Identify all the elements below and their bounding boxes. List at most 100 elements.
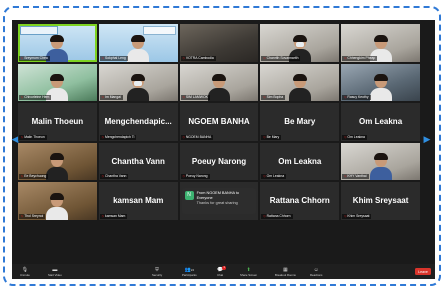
participant-video [288,74,311,101]
video-tile[interactable]: ⦸KHY Vanthai [341,142,420,180]
mic-off-icon: ⦸ [21,213,24,218]
mic-off-icon: ⦸ [21,55,24,60]
grid-spacer [341,222,420,260]
video-tile[interactable]: ⦸Rasuy Keothy [341,63,420,101]
video-tile[interactable]: ⦸Ee Beychuong [18,142,97,180]
breakout-rooms-button[interactable]: ▦ Breakout Rooms [275,266,296,278]
chat-preview: From NGOEM BANHA to Everyone Thanks for … [197,191,253,211]
participant-name-label: ⦸Om Leakna [261,174,287,179]
participant-video [369,153,392,180]
participant-video [127,34,150,62]
participant-name-label: ⦸VOTRA Cambodia [180,55,216,61]
video-tile[interactable]: Mengchendapic... ⦸Mengchendapich Ti [98,103,178,141]
participant-name-label: ⦸Chivorleine Hem [19,95,52,100]
mic-off-icon: ⦸ [101,174,105,178]
participant-name-label: ⦸Be Mary [261,134,282,140]
mic-off-icon: ⦸ [263,55,266,60]
grid-spacer [18,222,97,260]
participant-name-label: ⦸Rasuy Keothy [342,95,371,100]
participant-name-label: ⦸Sreymom Chea [19,55,50,61]
chat-badge: 1 [222,266,227,270]
participants-button[interactable]: 👥24 Participants [182,266,197,278]
chat-icon: 💬 1 [217,266,227,273]
mic-off-icon: ⦸ [263,134,266,139]
zoom-meeting-window: ◀ ▶ ⦸Sreymom Chea ⦸Sokphal Leng ⦸VOTRA C… [12,20,435,279]
video-tile[interactable]: Om Leakna ⦸Om Leakna [260,142,340,180]
chat-avatar: N [184,190,194,200]
video-tile[interactable]: ⦸Im Mangai [98,63,178,101]
chat-notification[interactable]: N From NGOEM BANHA to Everyone Thanks fo… [181,187,256,214]
participant-video [127,74,150,101]
reactions-button[interactable]: ☺ Reactions [310,266,322,278]
mic-off-icon: ⦸ [21,95,24,99]
unmute-button[interactable]: 🎙 Unmute [20,266,30,278]
participant-video [207,74,230,101]
mic-off-icon: ⦸ [263,174,266,178]
video-tile[interactable]: Malin Thoeun ⦸Malin Thoeun [18,103,97,141]
meeting-toolbar: 🎙 Unmute ▬ Start Video ⛨ Security 👥24 Pa… [12,264,435,279]
participant-name-label: ⦸SIM LAMWOK [180,95,210,100]
next-page-arrow[interactable]: ▶ [423,132,431,146]
mic-off-icon: ⦸ [101,213,105,218]
security-button[interactable]: ⛨ Security [152,266,162,278]
chat-message: Thanks for great sharing [196,200,238,205]
participant-name-label: ⦸Thol Sreynoi [19,213,46,219]
participant-name-label: ⦸Sim Bopha [261,95,286,100]
mic-off-icon: ⦸ [182,95,185,99]
participant-video [46,192,69,220]
participant-name-label: ⦸Poeuy Narong [180,174,210,179]
video-tile[interactable]: Be Mary ⦸Be Mary [260,103,340,141]
video-tile[interactable]: Om Leakna ⦸Om Leakna [341,103,420,141]
share-screen-button[interactable]: ⬆ Share Screen [240,266,257,278]
backdrop-banner [142,26,176,35]
video-tile[interactable]: Rattana Chhorn ⦸Rattana Chhorn [260,182,340,220]
participant-name-label: ⦸KHY Vanthai [342,174,369,179]
mic-off-icon: ⦸ [21,134,24,139]
mic-off-icon: ⦸ [101,95,105,99]
participant-name-label: ⦸Khim Sreysaat [342,213,372,219]
participant-name-label: ⦸Chantha Vann [99,174,129,179]
mic-off-icon: ⦸ [182,174,185,178]
video-tile[interactable]: ⦸Chhengkim Pheap [341,24,420,62]
video-tile[interactable]: ⦸Thol Sreynoi [18,182,97,220]
video-tile[interactable]: Khim Sreysaat ⦸Khim Sreysaat [341,182,420,220]
participant-video [369,74,392,101]
grid-spacer [260,222,339,260]
participant-name-label: ⦸Chhengkim Pheap [342,55,378,61]
mic-off-icon: ⦸ [263,95,266,99]
participant-name-label: ⦸Chanrith Sovannarith [261,55,301,61]
video-tile[interactable]: Chantha Vann ⦸Chantha Vann [98,142,178,180]
chat-sender: From NGOEM BANHA to Everyone [196,190,239,200]
start-video-button[interactable]: ▬ Start Video [48,266,62,278]
chat-button[interactable]: 💬 1 Chat [217,266,227,278]
participant-name-label: ⦸Im Mangai [99,95,123,100]
video-tile[interactable]: ⦸Chanrith Sovannarith [260,24,340,62]
mic-off-icon: ⦸ [263,213,266,218]
video-tile[interactable]: ⦸Sreymom Chea [18,24,97,62]
video-tile[interactable]: NGOEM BANHA ⦸NGOEM BANHA [179,103,259,141]
video-tile[interactable]: ⦸Sim Bopha [260,63,340,101]
mic-off-icon: ⦸ [182,134,185,139]
video-tile[interactable]: ⦸Chivorleine Hem [18,63,97,101]
video-tile[interactable]: ⦸VOTRA Cambodia [179,24,259,62]
video-tile[interactable]: N From NGOEM BANHA to Everyone Thanks fo… [179,182,259,220]
mic-off-icon: ⦸ [101,55,105,60]
participant-name-label: ⦸NGOEM BANHA [180,134,214,140]
gallery-grid: ⦸Sreymom Chea ⦸Sokphal Leng ⦸VOTRA Cambo… [18,24,420,259]
video-tile[interactable]: ⦸Sokphal Leng [98,24,178,62]
participant-video [46,153,69,180]
participant-name-label: ⦸kamsan Mam [99,213,128,219]
participant-name-label: ⦸Om Leakna [342,134,367,140]
grid-spacer [99,222,178,260]
backdrop-banner [20,26,58,35]
participant-name-label: ⦸Sokphal Leng [99,55,128,61]
mic-off-icon: ⦸ [182,55,185,60]
video-tile[interactable]: kamsan Mam ⦸kamsan Mam [98,182,178,220]
video-tile[interactable]: ⦸SIM LAMWOK [179,63,259,101]
leave-button[interactable]: Leave [415,268,431,275]
participant-name-label: ⦸Ee Beychuong [19,174,49,179]
participant-name-label: ⦸Malin Thoeun [19,134,47,140]
grid-spacer [180,222,259,260]
participant-name-label: ⦸Rattana Chhorn [261,213,293,219]
video-tile[interactable]: Poeuy Narong ⦸Poeuy Narong [179,142,259,180]
